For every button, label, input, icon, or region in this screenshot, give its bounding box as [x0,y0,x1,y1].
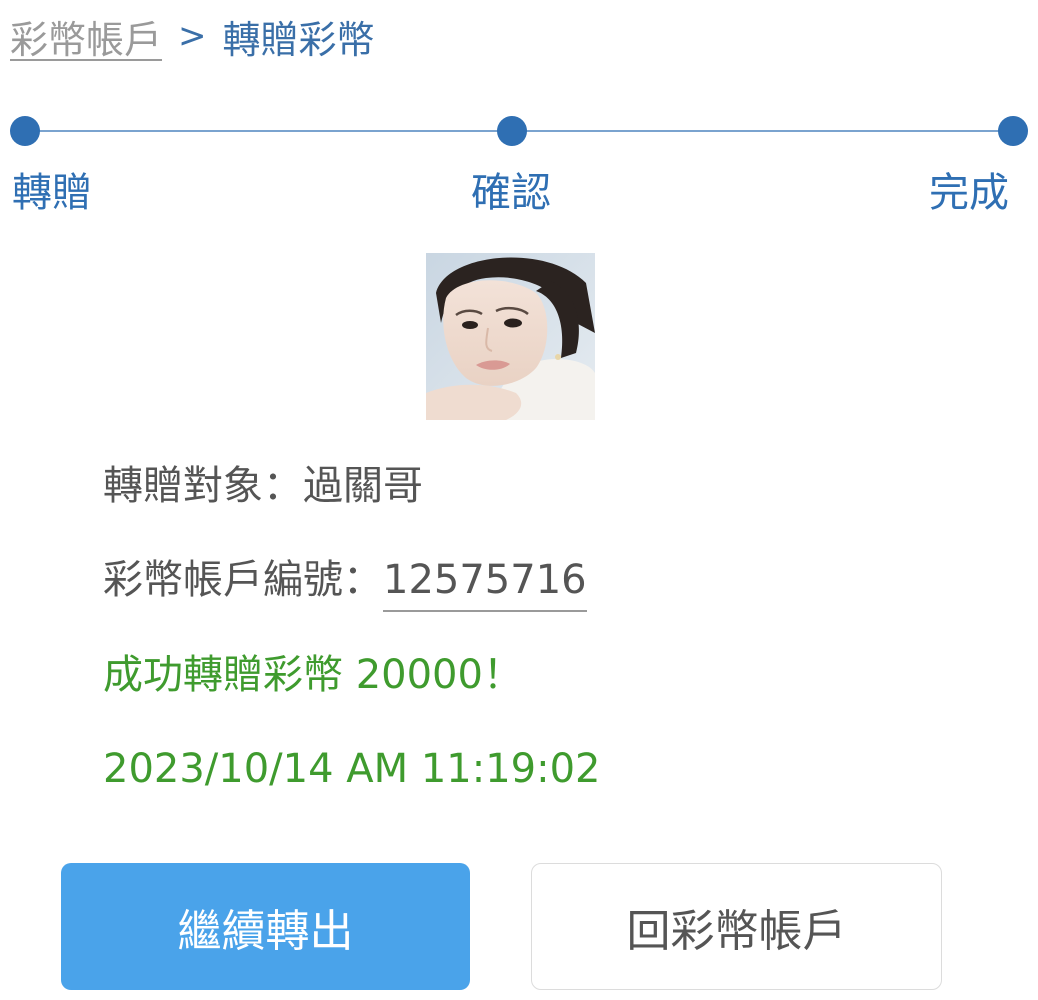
recipient-name: 過關哥 [303,463,423,509]
transaction-timestamp: 2023/10/14 AM 11:19:02 [103,746,601,792]
stepper-connector-2 [512,130,1012,132]
stepper-connector-1 [25,130,512,132]
step-label-confirm: 確認 [471,170,551,216]
recipient-avatar [426,253,595,420]
back-to-coin-account-button[interactable]: 回彩幣帳戶 [531,863,942,990]
step-label-complete: 完成 [929,170,1009,216]
step-dot-complete [998,116,1028,146]
continue-transfer-button[interactable]: 繼續轉出 [61,863,470,990]
step-dot-transfer [10,116,40,146]
breadcrumb-separator: > [178,16,207,56]
account-number-label: 彩幣帳戶編號： [103,557,383,603]
account-number-row: 彩幣帳戶編號：12575716 [103,552,587,612]
page-title: 轉贈彩幣 [222,17,375,62]
avatar-portrait-image [426,253,595,420]
progress-stepper: 轉贈 確認 完成 [0,110,1038,220]
step-dot-confirm [497,116,527,146]
success-message: 成功轉贈彩幣 20000！ [103,652,523,698]
step-label-transfer: 轉贈 [12,170,92,216]
recipient-label: 轉贈對象： [103,463,303,509]
breadcrumb-link-coin-account[interactable]: 彩幣帳戶 [10,9,162,64]
recipient-row: 轉贈對象：過關哥 [103,458,423,514]
account-number-value: 12575716 [383,552,587,612]
breadcrumb: 彩幣帳戶 > 轉贈彩幣 [10,6,375,66]
